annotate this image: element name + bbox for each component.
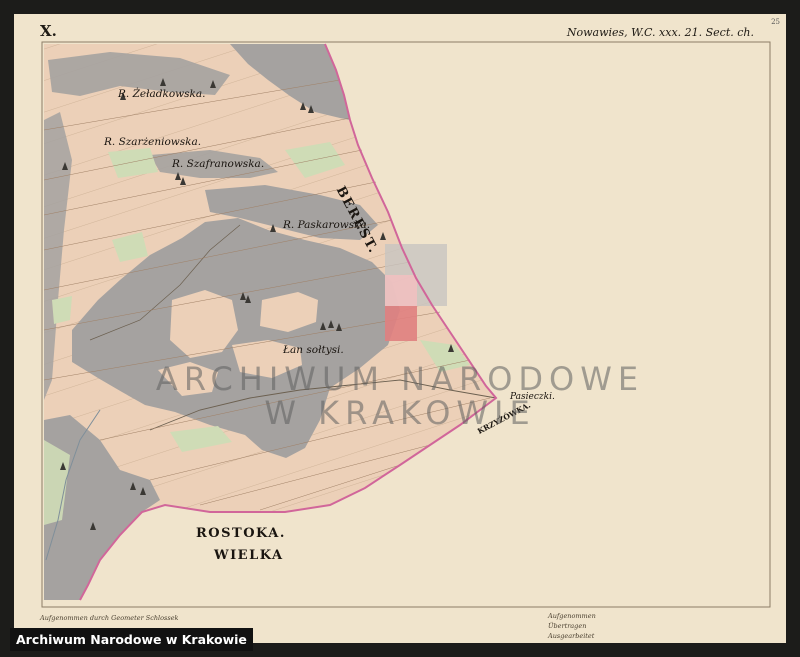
label-wielka: WIELKA [214, 548, 284, 563]
label-rostoka: ROSTOKA. [196, 526, 286, 541]
footer-note-right-3: Ausgearbeitet [548, 632, 595, 640]
highlight-parcel-red [385, 306, 417, 341]
footer-note-right-2: Übertragen [548, 622, 587, 630]
page-number: 25 [771, 18, 780, 26]
meadow-7 [52, 296, 72, 324]
label-r-szarzeniowska: R. Szarżeniowska. [104, 136, 202, 148]
watermark-line-2: W KRAKOWIE [264, 394, 536, 432]
label-r-zeladkowska: R. Żeładkowska. [118, 88, 206, 100]
sheet-corner-label: X. [40, 22, 57, 40]
label-lan-soltysi: Łan sołtysi. [283, 344, 344, 356]
watermark-line-1: ARCHIWUM NARODOWE [155, 360, 645, 398]
footer-note-right-1: Aufgenommen [548, 612, 596, 620]
archive-label: Archiwum Narodowe w Krakowie [10, 628, 253, 651]
highlight-parcel-pink [385, 275, 417, 306]
footer-note-left: Aufgenommen durch Geometer Schlossek [40, 614, 179, 622]
label-r-szafranowska: R. Szafranowska. [172, 158, 265, 170]
sheet-title: Nowawies, W.C. xxx. 21. Sect. ch. [566, 26, 754, 39]
